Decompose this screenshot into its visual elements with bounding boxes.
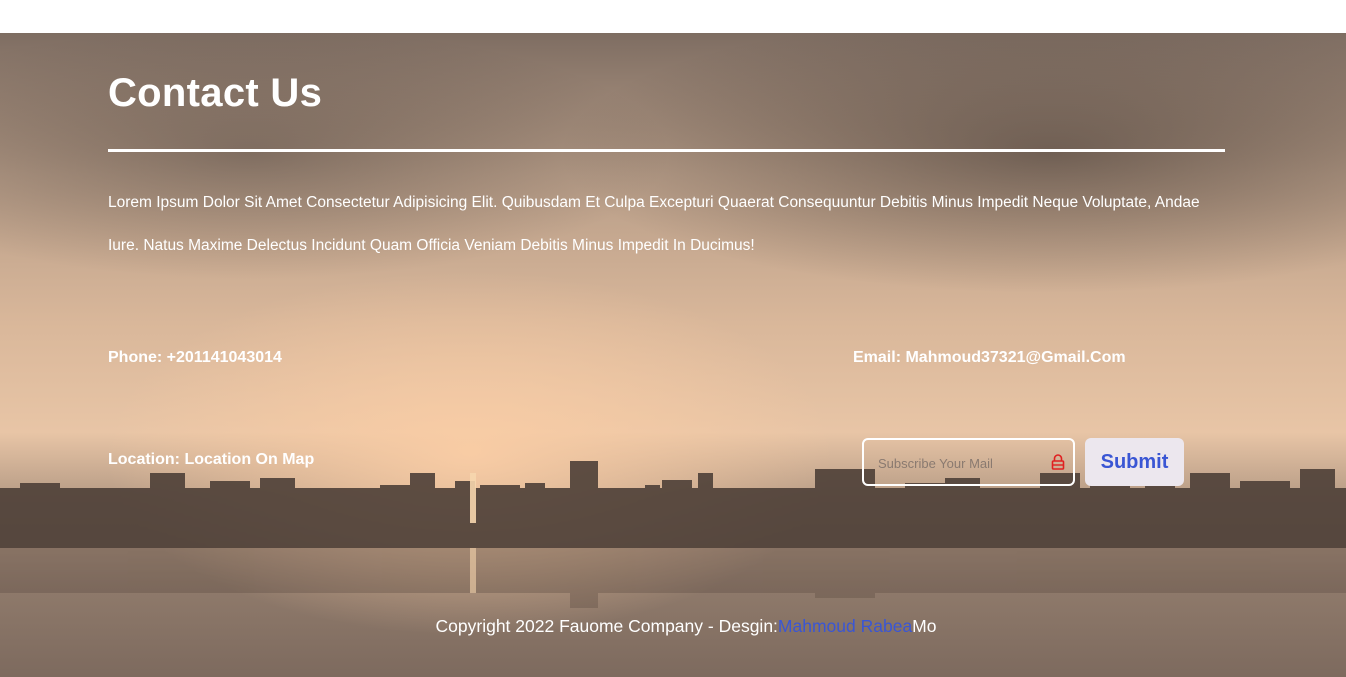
subscribe-field <box>862 438 1075 486</box>
page-title: Contact Us <box>108 71 323 115</box>
copyright-text: Copyright 2022 Fauome Company - Desgin: <box>435 616 778 636</box>
subscribe-email-input[interactable] <box>876 440 1045 486</box>
intro-paragraph: Lorem Ipsum Dolor Sit Amet Consectetur A… <box>108 194 1200 254</box>
author-link[interactable]: Mahmoud Rabea <box>778 616 912 636</box>
copyright-suffix: Mo <box>912 616 937 636</box>
lock-icon <box>1051 454 1065 470</box>
location-info: Location: Location On Map <box>108 451 315 468</box>
top-strip <box>0 0 1346 33</box>
email-info: Email: Mahmoud37321@Gmail.Com <box>853 349 1126 366</box>
footer-copyright: Copyright 2022 Fauome Company - Desgin:M… <box>0 616 1346 637</box>
contact-section: Contact Us Lorem Ipsum Dolor Sit Amet Co… <box>0 33 1346 677</box>
title-divider <box>108 149 1225 152</box>
phone-info: Phone: +201141043014 <box>108 349 282 366</box>
submit-button[interactable]: Submit <box>1085 438 1184 486</box>
